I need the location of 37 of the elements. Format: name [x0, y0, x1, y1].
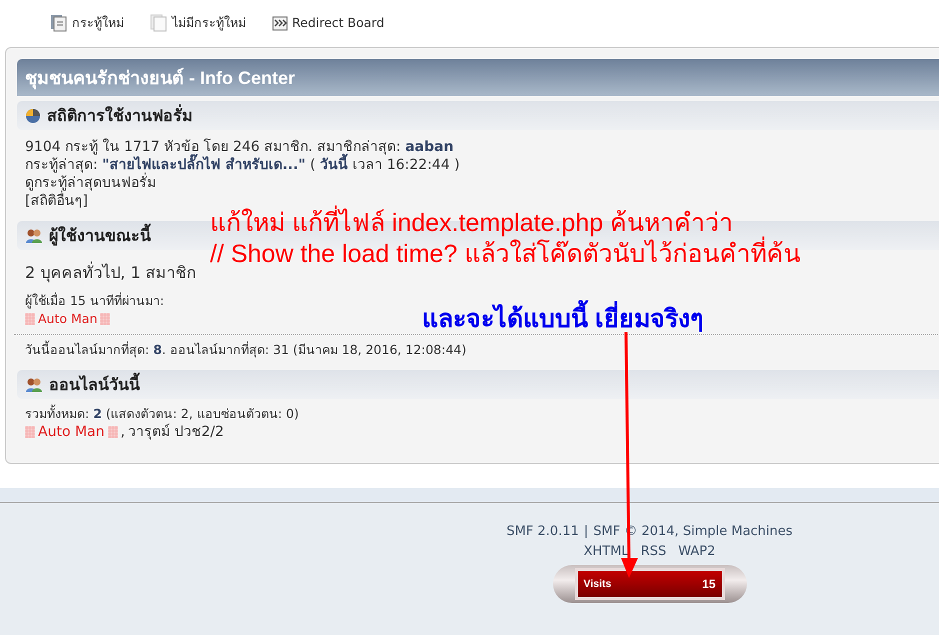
separator: ,	[120, 423, 125, 441]
version-link[interactable]: SMF 2.0.11	[506, 522, 579, 542]
legend-label: กระทู้ใหม่	[72, 14, 124, 32]
double-chevron-icon	[272, 14, 288, 30]
member-link[interactable]: Auto Man	[38, 423, 104, 441]
users-icon	[25, 376, 43, 392]
stats-text: 9104 กระทู้ ใน 1717 หัวข้อ โดย 246 สมาชิก. สมาชิกล่าสุด: aaban	[25, 138, 455, 155]
divider-text: |	[584, 523, 588, 541]
section-title: ผู้ใช้งานขณะนี้	[49, 223, 151, 248]
pattern-icon	[108, 426, 118, 438]
pattern-icon	[100, 313, 110, 325]
counter-value: 15	[702, 577, 716, 591]
notes-icon	[50, 14, 68, 32]
pie-chart-icon	[25, 108, 41, 124]
pattern-icon	[25, 313, 35, 325]
stats-link[interactable]: [สถิติอื่นๆ]	[25, 193, 88, 209]
annotation-text: // Show the load time? แล้วใส่โค๊ดตัวนับไว้ก่อนคำที่ค้น	[210, 239, 800, 270]
counter-label: Visits	[584, 578, 612, 590]
stats-link[interactable]: ดูกระทู้ล่าสุดบนฟอรั่ม	[25, 175, 156, 191]
footer-link[interactable]: RSS	[640, 542, 666, 562]
online-record: วันนี้ออนไลน์มากที่สุด: 8. ออนไลน์มากที่สุด: 31 (มีนาคม 18, 2016, 12:08:44)	[25, 341, 468, 359]
member-link[interactable]: วารุตม์ ปวช2/2	[128, 423, 224, 441]
online-summary: 2 บุคคลทั่วไป, 1 สมาชิก	[25, 264, 198, 282]
stats-text: กระทู้ล่าสุด: "สายไฟและปลั๊กไฟ สำหรับเด..." ( วันนี้ เวลา 16:22:44 )	[25, 156, 939, 174]
legend-label: ไม่มีกระทู้ใหม่	[172, 14, 246, 32]
footer-link[interactable]: WAP2	[678, 542, 716, 562]
section-title: ออนไลน์วันนี้	[49, 372, 140, 397]
footer-link[interactable]: XHTML	[584, 542, 629, 562]
member-link[interactable]: Auto Man	[38, 310, 98, 328]
panel-title: ชุมชนคนรักช่างยนต์ - Info Center	[17, 59, 939, 96]
legend-label: Redirect Board	[292, 15, 384, 30]
online-total: รวมทั้งหมด: 2 (แสดงตัวตน: 2, แอบซ่อนตัวตน: 0)	[25, 405, 300, 423]
users-icon	[25, 228, 43, 244]
pages-icon	[150, 14, 168, 32]
pattern-icon	[25, 426, 35, 438]
section-title: สถิติการใช้งานฟอรั่ม	[47, 103, 193, 127]
recent-users-label: ผู้ใช้เมื่อ 15 นาทีที่ผ่านมา:	[25, 292, 166, 310]
